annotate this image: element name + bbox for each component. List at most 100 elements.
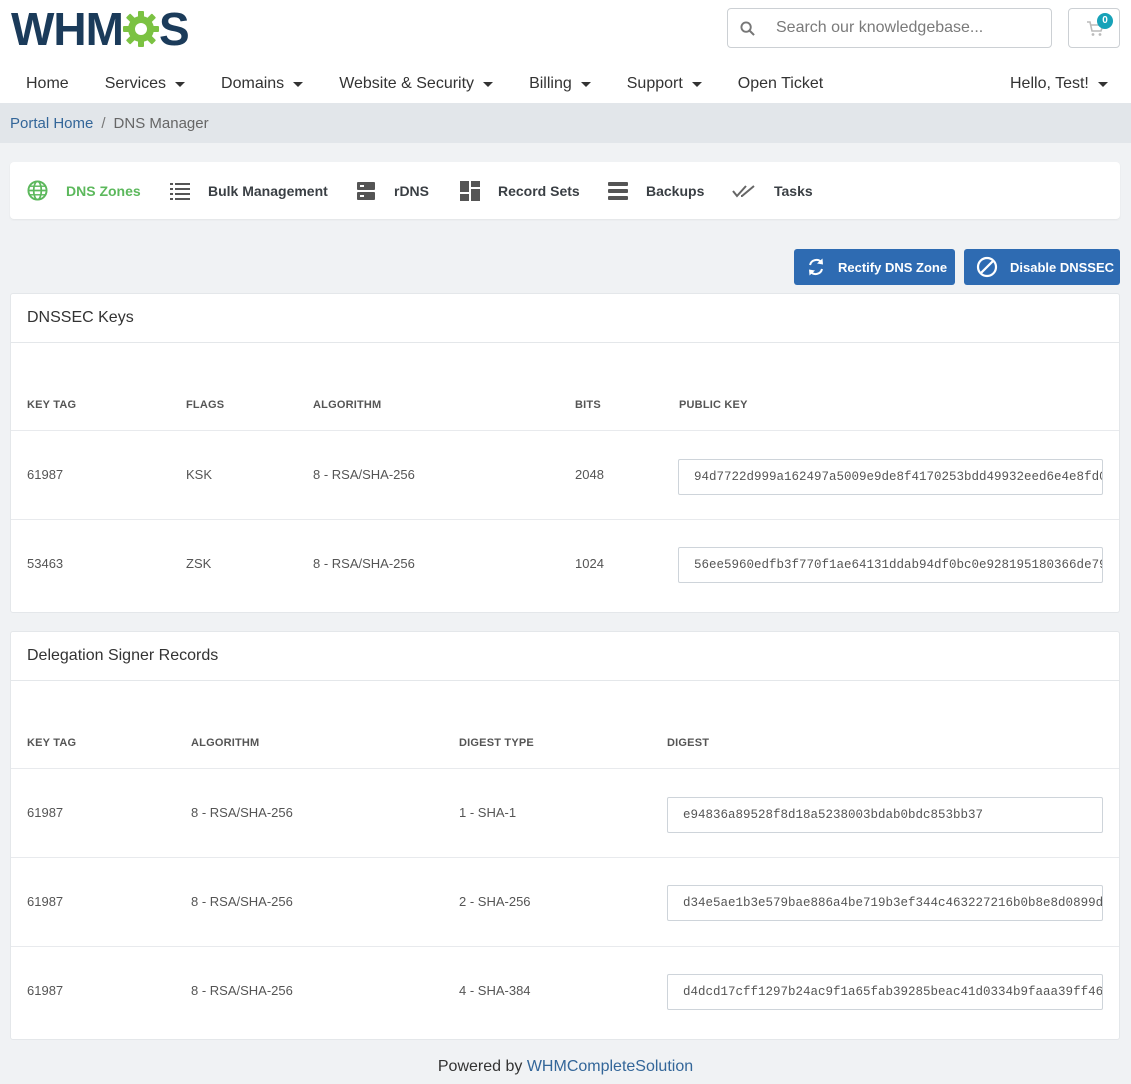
user-greeting: Hello, Test! <box>1010 75 1089 92</box>
knowledgebase-search[interactable] <box>727 8 1052 48</box>
ds-records-panel: Delegation Signer Records KEY TAG ALGORI… <box>10 631 1120 1040</box>
ds-records-title: Delegation Signer Records <box>11 632 1119 681</box>
tab-tasks[interactable]: Tasks <box>732 162 813 219</box>
server-icon <box>357 181 375 200</box>
dnssec-keys-panel: DNSSEC Keys KEY TAG FLAGS ALGORITHM BITS… <box>10 293 1120 613</box>
tab-rdns-label: rDNS <box>394 182 430 199</box>
nav-home-label: Home <box>26 75 69 92</box>
column-header-digest: DIGEST <box>667 737 710 749</box>
caret-down-icon <box>175 81 186 87</box>
tab-dns-zones[interactable]: DNS Zones <box>27 162 141 219</box>
digest-field[interactable] <box>667 974 1103 1010</box>
tab-record-sets-label: Record Sets <box>498 182 580 199</box>
caret-down-icon <box>483 81 494 87</box>
public-key-field[interactable] <box>678 547 1103 583</box>
cell-bits: 1024 <box>575 556 604 571</box>
tab-dns-zones-label: DNS Zones <box>66 182 141 199</box>
globe-icon <box>27 180 48 201</box>
disable-dnssec-button[interactable]: Disable DNSSEC <box>964 249 1120 285</box>
nav-support[interactable]: Support <box>615 75 702 93</box>
footer-prefix: Powered by <box>437 1058 523 1075</box>
caret-down-icon <box>293 81 304 87</box>
rectify-dns-zone-label: Rectify DNS Zone <box>838 259 948 275</box>
column-header-key-tag: KEY TAG <box>27 399 77 411</box>
footer: Powered by WHMCompleteSolution <box>0 1058 1131 1076</box>
cell-algorithm: 8 - RSA/SHA-256 <box>191 805 293 820</box>
dnssec-keys-title: DNSSEC Keys <box>11 294 1119 343</box>
search-icon <box>728 20 766 36</box>
tab-rdns[interactable]: rDNS <box>356 162 429 219</box>
stack-icon <box>608 181 628 200</box>
column-header-public-key: PUBLIC KEY <box>679 399 748 411</box>
breadcrumb-portal-home[interactable]: Portal Home <box>10 115 93 132</box>
disable-dnssec-label: Disable DNSSEC <box>1010 259 1115 275</box>
row-divider <box>11 768 1119 769</box>
caret-down-icon <box>1097 81 1108 87</box>
cell-digest-type: 4 - SHA-384 <box>459 983 531 998</box>
search-input[interactable] <box>776 19 1046 37</box>
cell-algorithm: 8 - RSA/SHA-256 <box>191 894 293 909</box>
top-header: WHM S 0 Home Services <box>0 0 1131 103</box>
whmcs-logo[interactable]: WHM S <box>11 3 190 55</box>
nav-services[interactable]: Services <box>93 75 186 93</box>
nav-open-ticket[interactable]: Open Ticket <box>726 75 823 93</box>
nav-home[interactable]: Home <box>14 75 69 93</box>
cell-key-tag: 53463 <box>27 556 64 571</box>
gear-icon <box>122 11 159 47</box>
double-check-icon <box>732 184 755 198</box>
nav-domains-label: Domains <box>221 75 285 92</box>
rectify-dns-zone-button[interactable]: Rectify DNS Zone <box>794 249 955 285</box>
list-icon <box>170 182 190 200</box>
tab-backups[interactable]: Backups <box>608 162 704 219</box>
nav-services-label: Services <box>104 75 167 92</box>
cell-key-tag: 61987 <box>27 805 64 820</box>
row-divider <box>11 857 1119 858</box>
cell-digest-type: 1 - SHA-1 <box>459 805 517 820</box>
tab-tasks-label: Tasks <box>774 182 813 199</box>
tab-record-sets[interactable]: Record Sets <box>460 162 580 219</box>
row-divider <box>11 519 1119 520</box>
cart-count-badge: 0 <box>1097 13 1113 29</box>
nav-website-security-label: Website & Security <box>339 75 475 92</box>
breadcrumb: Portal Home / DNS Manager <box>0 103 1131 143</box>
cart-button[interactable]: 0 <box>1068 8 1120 48</box>
column-header-bits: BITS <box>575 399 601 411</box>
tab-bulk-management[interactable]: Bulk Management <box>170 162 328 219</box>
cell-bits: 2048 <box>575 467 604 482</box>
cell-algorithm: 8 - RSA/SHA-256 <box>191 983 293 998</box>
user-menu[interactable]: Hello, Test! <box>1010 66 1108 102</box>
digest-field[interactable] <box>667 797 1103 833</box>
cell-key-tag: 61987 <box>27 894 64 909</box>
cell-algorithm: 8 - RSA/SHA-256 <box>313 556 415 571</box>
nav-open-ticket-label: Open Ticket <box>737 75 824 92</box>
nav-domains[interactable]: Domains <box>209 75 304 93</box>
nav-support-label: Support <box>626 75 683 92</box>
dns-manager-tabs: DNS Zones Bulk Management rDNS Record Se… <box>10 162 1120 219</box>
cell-flags: ZSK <box>186 556 212 571</box>
cell-key-tag: 61987 <box>27 983 64 998</box>
column-header-algorithm: ALGORITHM <box>191 737 260 749</box>
breadcrumb-separator: / <box>101 114 106 132</box>
row-divider <box>11 430 1119 431</box>
column-header-digest-type: DIGEST TYPE <box>459 737 534 749</box>
nav-billing[interactable]: Billing <box>517 75 591 93</box>
nav-website-security[interactable]: Website & Security <box>327 75 494 93</box>
refresh-icon <box>809 258 823 276</box>
breadcrumb-current: DNS Manager <box>113 114 209 132</box>
tab-backups-label: Backups <box>646 182 705 199</box>
row-divider <box>11 946 1119 947</box>
logo-text-end: S <box>158 3 190 55</box>
public-key-field[interactable] <box>678 459 1103 495</box>
column-header-flags: FLAGS <box>186 399 225 411</box>
dashboard-icon <box>460 180 480 201</box>
footer-link[interactable]: WHMCompleteSolution <box>527 1058 693 1075</box>
ban-icon <box>976 256 998 278</box>
column-header-key-tag: KEY TAG <box>27 737 77 749</box>
cell-flags: KSK <box>186 467 213 482</box>
tab-bulk-management-label: Bulk Management <box>208 182 328 199</box>
cell-key-tag: 61987 <box>27 467 64 482</box>
digest-field[interactable] <box>667 885 1103 921</box>
nav-billing-label: Billing <box>529 75 572 92</box>
main-nav: Home Services Domains Website & Security… <box>14 66 847 102</box>
column-header-algorithm: ALGORITHM <box>313 399 382 411</box>
